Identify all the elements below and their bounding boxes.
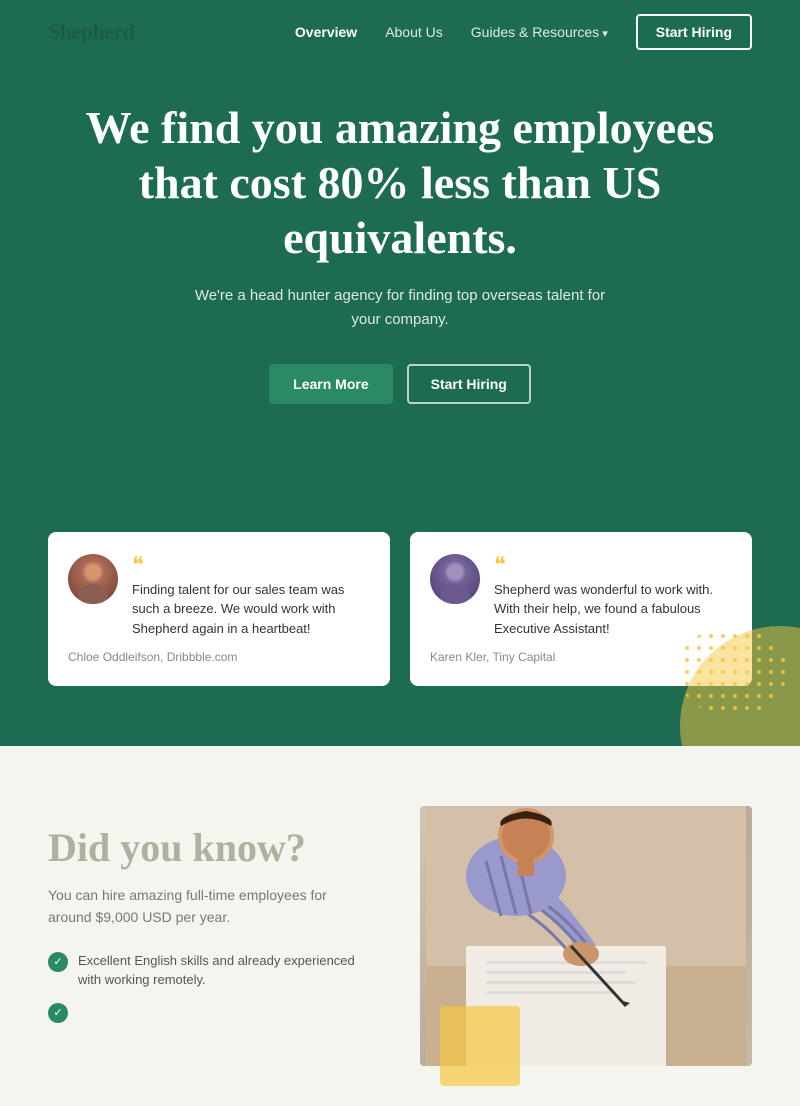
dyk-feature-1: ✓ Excellent English skills and already e…	[48, 951, 380, 990]
check-icon-1: ✓	[48, 952, 68, 972]
navbar: Shepherd Overview About Us Guides & Reso…	[0, 0, 800, 64]
testimonials-section: ❝ Finding talent for our sales team was …	[0, 532, 800, 747]
testimonial-author-1: Chloe Oddleifson, Dribbble.com	[68, 650, 370, 664]
avatar-2-svg	[430, 554, 480, 604]
decorative-yellow-shape	[440, 1006, 520, 1086]
dyk-feature-2: ✓	[48, 1002, 380, 1023]
site-logo[interactable]: Shepherd	[48, 19, 134, 45]
learn-more-button[interactable]: Learn More	[269, 364, 392, 404]
nav-links: Overview About Us Guides & Resources Sta…	[295, 14, 752, 50]
testimonial-card-1: ❝ Finding talent for our sales team was …	[48, 532, 390, 687]
avatar-1	[68, 554, 118, 604]
hero-title: We find you amazing employees that cost …	[80, 100, 720, 266]
dyk-image-container	[420, 806, 752, 1066]
avatar-1-svg	[68, 554, 118, 604]
start-hiring-button[interactable]: Start Hiring	[407, 364, 531, 404]
nav-about[interactable]: About Us	[385, 24, 443, 40]
testimonial-card-2: ❝ Shepherd was wonderful to work with. W…	[410, 532, 752, 687]
quote-icon-2: ❝	[494, 554, 732, 576]
avatar-2	[430, 554, 480, 604]
testimonial-inner-1: ❝ Finding talent for our sales team was …	[68, 554, 370, 639]
hero-subtitle: We're a head hunter agency for finding t…	[190, 284, 610, 332]
nav-start-hiring-button[interactable]: Start Hiring	[636, 14, 752, 50]
dyk-subtitle: You can hire amazing full-time employees…	[48, 884, 328, 929]
dyk-title: Did you know?	[48, 826, 380, 870]
dyk-content: Did you know? You can hire amazing full-…	[48, 806, 380, 1035]
quote-icon-1: ❝	[132, 554, 370, 576]
hero-buttons: Learn More Start Hiring	[48, 364, 752, 404]
hero-section: We find you amazing employees that cost …	[0, 0, 800, 532]
check-icon-2: ✓	[48, 1003, 68, 1023]
testimonial-content-1: ❝ Finding talent for our sales team was …	[132, 554, 370, 639]
did-you-know-section: Did you know? You can hire amazing full-…	[0, 746, 800, 1106]
nav-guides[interactable]: Guides & Resources	[471, 24, 608, 40]
dyk-feature-text-1: Excellent English skills and already exp…	[78, 951, 380, 990]
decorative-dots	[672, 621, 792, 721]
nav-overview[interactable]: Overview	[295, 24, 357, 40]
testimonial-text-1: Finding talent for our sales team was su…	[132, 580, 370, 639]
testimonials-grid: ❝ Finding talent for our sales team was …	[48, 532, 752, 687]
